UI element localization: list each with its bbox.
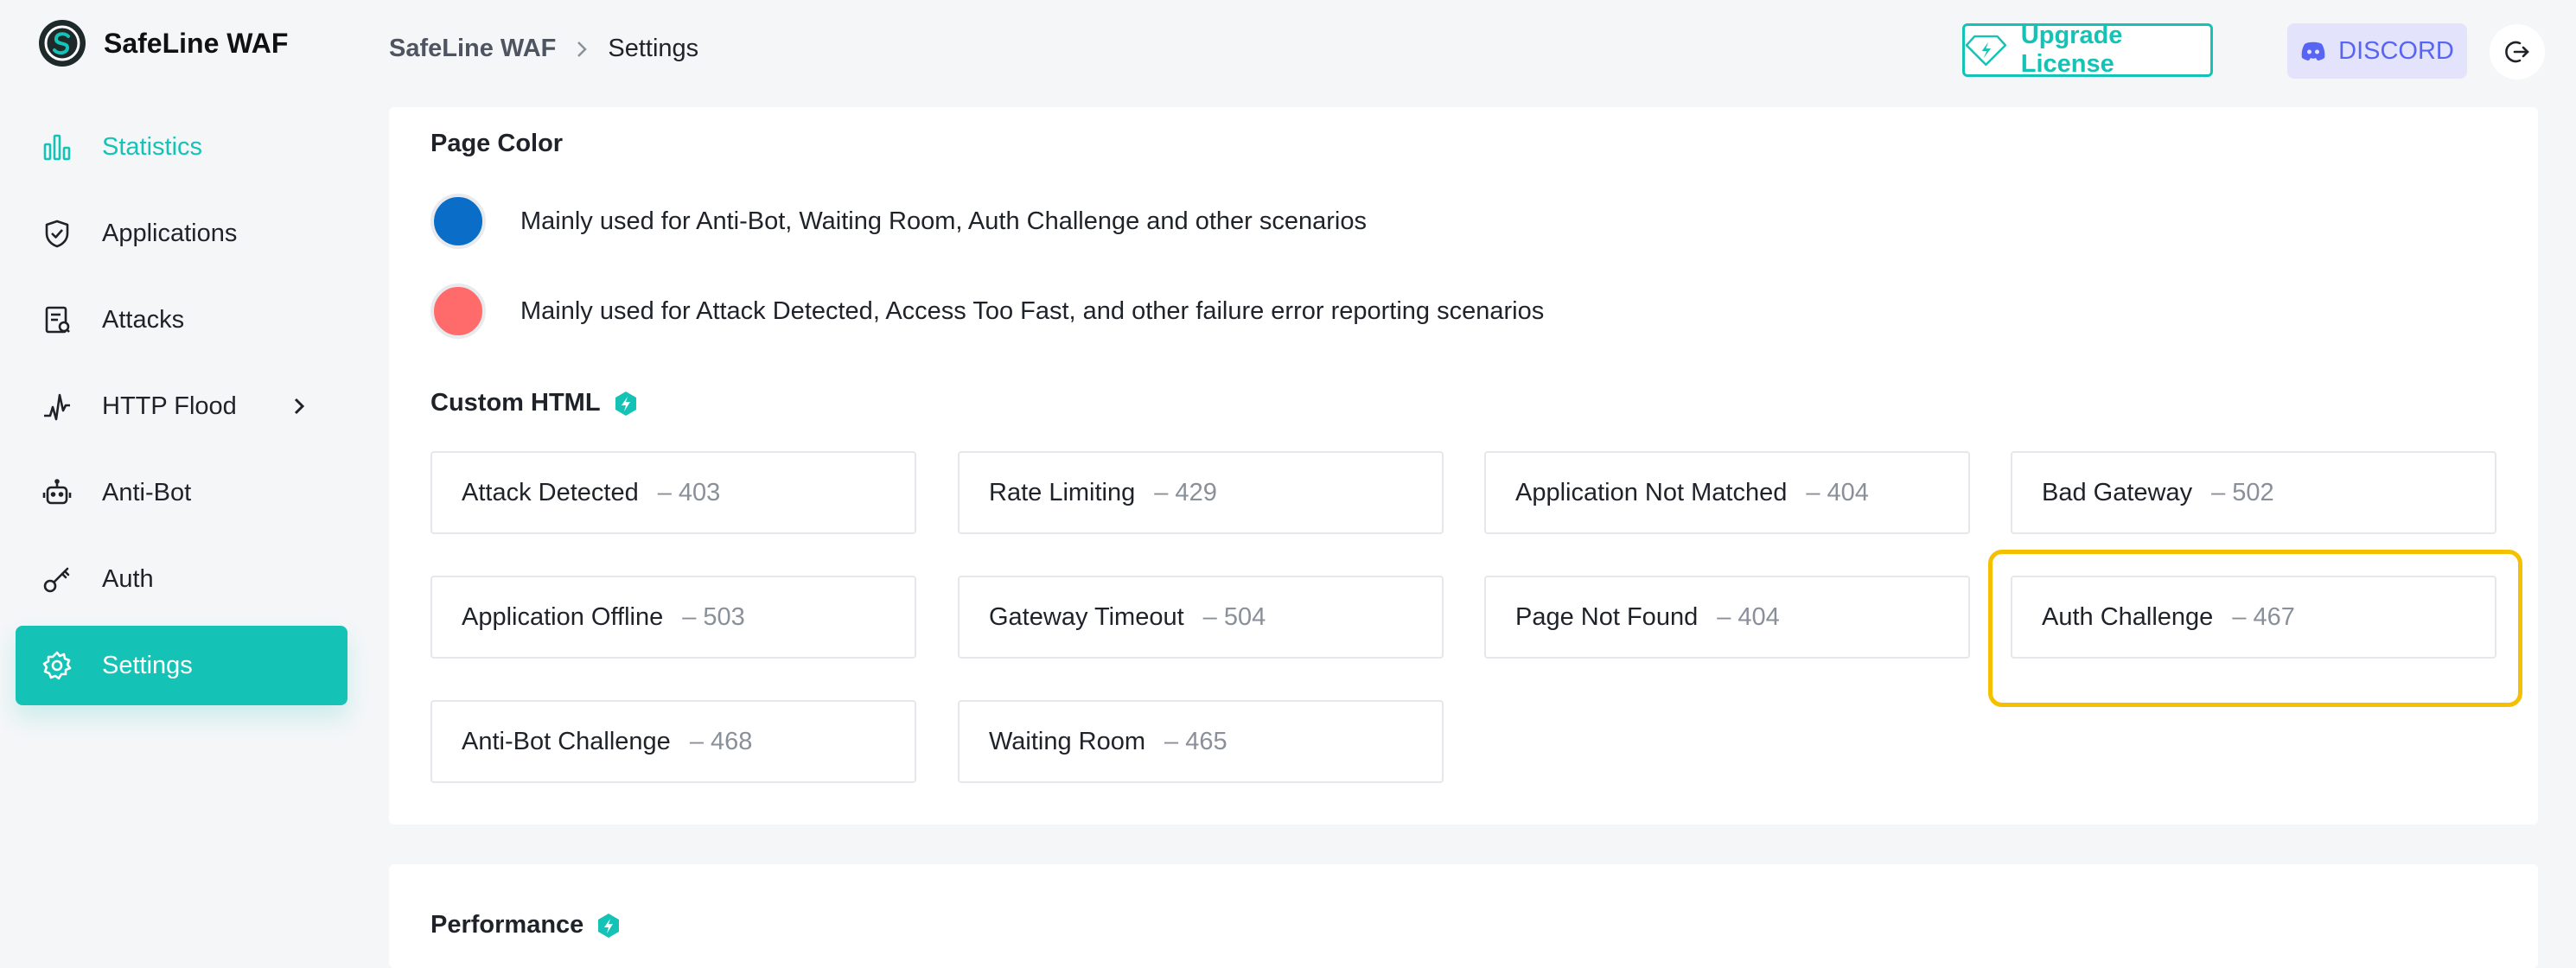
sidebar-item-label: Applications [102, 219, 238, 247]
discord-button[interactable]: DISCORD [2287, 23, 2467, 79]
bar-chart-icon [40, 130, 74, 164]
key-icon [40, 562, 74, 596]
sidebar-item-label: Settings [102, 651, 193, 679]
tile-code: – 503 [682, 602, 745, 631]
safeline-logo-icon [39, 20, 86, 67]
sidebar: SafeLine WAF Statistics Applications Att… [0, 0, 363, 927]
sidebar-item-label: Attacks [102, 305, 185, 334]
sidebar-item-anti-bot[interactable]: Anti-Bot [16, 453, 348, 532]
custom-page-anti-bot-challenge[interactable]: Anti-Bot Challenge – 468 [430, 700, 916, 783]
breadcrumb-root[interactable]: SafeLine WAF [389, 35, 556, 63]
tile-code: – 468 [689, 727, 753, 755]
tile-code: – 404 [1717, 602, 1780, 631]
custom-page-rate-limiting[interactable]: Rate Limiting – 429 [958, 451, 1444, 534]
sidebar-item-statistics[interactable]: Statistics [16, 107, 348, 187]
tile-code: – 403 [657, 478, 721, 506]
custom-page-application-offline[interactable]: Application Offline – 503 [430, 576, 916, 659]
custom-page-waiting-room[interactable]: Waiting Room – 465 [958, 700, 1444, 783]
performance-card: Performance [389, 864, 2538, 968]
upgrade-license-button[interactable]: Upgrade License [1962, 22, 2213, 78]
chevron-right-icon [577, 41, 588, 57]
tile-name: Application Offline [462, 602, 664, 631]
gear-icon [40, 648, 74, 683]
tile-name: Page Not Found [1515, 602, 1699, 631]
sidebar-item-label: Auth [102, 564, 154, 593]
tile-name: Anti-Bot Challenge [462, 727, 671, 755]
app-logo[interactable]: SafeLine WAF [38, 19, 288, 67]
upgrade-license-label: Upgrade License [2020, 22, 2123, 78]
tile-code: – 504 [1202, 602, 1266, 631]
tile-name: Application Not Matched [1515, 478, 1788, 506]
sidebar-item-auth[interactable]: Auth [16, 539, 348, 619]
tile-name: Gateway Timeout [989, 602, 1184, 631]
breadcrumb-current: Settings [608, 35, 699, 62]
page-color-error-row: Mainly used for Attack Detected, Access … [430, 283, 1544, 339]
discord-label: DISCORD [2338, 36, 2454, 65]
page-color-title: Page Color [430, 130, 563, 158]
tile-name: Waiting Room [989, 727, 1146, 755]
auth-challenge-highlight [1988, 550, 2522, 707]
page-settings-card: Page Color Mainly used for Anti-Bot, Wai… [389, 107, 2538, 825]
sidebar-item-attacks[interactable]: Attacks [16, 280, 348, 360]
chevron-right-icon [294, 398, 305, 415]
shield-icon [40, 216, 74, 251]
sidebar-item-http-flood[interactable]: HTTP Flood [16, 366, 348, 446]
logout-icon [2505, 41, 2529, 63]
app-name: SafeLine WAF [104, 27, 289, 59]
report-icon [40, 302, 74, 337]
sidebar-item-label: Statistics [102, 132, 203, 161]
tile-name: Rate Limiting [989, 478, 1136, 506]
discord-icon [2301, 41, 2325, 60]
custom-html-title: Custom HTML [430, 389, 637, 417]
custom-page-page-not-found[interactable]: Page Not Found – 404 [1484, 576, 1970, 659]
tile-name: Attack Detected [462, 478, 639, 506]
page-color-primary-row: Mainly used for Anti-Bot, Waiting Room, … [430, 194, 1367, 249]
page-color-title-text: Page Color [430, 130, 564, 157]
sidebar-item-settings[interactable]: Settings [16, 626, 348, 705]
tile-code: – 404 [1806, 478, 1869, 506]
custom-html-title-text: Custom HTML [430, 389, 601, 417]
tile-code: – 502 [2211, 478, 2274, 506]
error-color-swatch[interactable] [430, 283, 486, 339]
pulse-icon [40, 389, 74, 424]
sidebar-item-label: HTTP Flood [102, 392, 237, 420]
logout-button[interactable] [2490, 24, 2545, 80]
pro-badge-icon [598, 913, 620, 938]
diamond-icon [1965, 35, 2007, 67]
custom-page-bad-gateway[interactable]: Bad Gateway – 502 [2011, 451, 2496, 534]
robot-icon [40, 475, 74, 510]
tile-code: – 429 [1154, 478, 1217, 506]
tile-code: – 465 [1164, 727, 1227, 755]
custom-page-attack-detected[interactable]: Attack Detected – 403 [430, 451, 916, 534]
performance-title: Performance [430, 911, 620, 939]
custom-page-gateway-timeout[interactable]: Gateway Timeout – 504 [958, 576, 1444, 659]
sidebar-item-applications[interactable]: Applications [16, 194, 348, 273]
primary-color-swatch[interactable] [430, 194, 486, 249]
pro-badge-icon [615, 391, 636, 416]
performance-title-text: Performance [430, 911, 584, 939]
sidebar-item-label: Anti-Bot [102, 478, 192, 506]
custom-page-application-not-matched[interactable]: Application Not Matched – 404 [1484, 451, 1970, 534]
breadcrumb: SafeLine WAF Settings [389, 35, 698, 63]
primary-color-description: Mainly used for Anti-Bot, Waiting Room, … [520, 207, 1368, 235]
error-color-description: Mainly used for Attack Detected, Access … [520, 296, 1545, 325]
tile-name: Bad Gateway [2042, 478, 2193, 506]
